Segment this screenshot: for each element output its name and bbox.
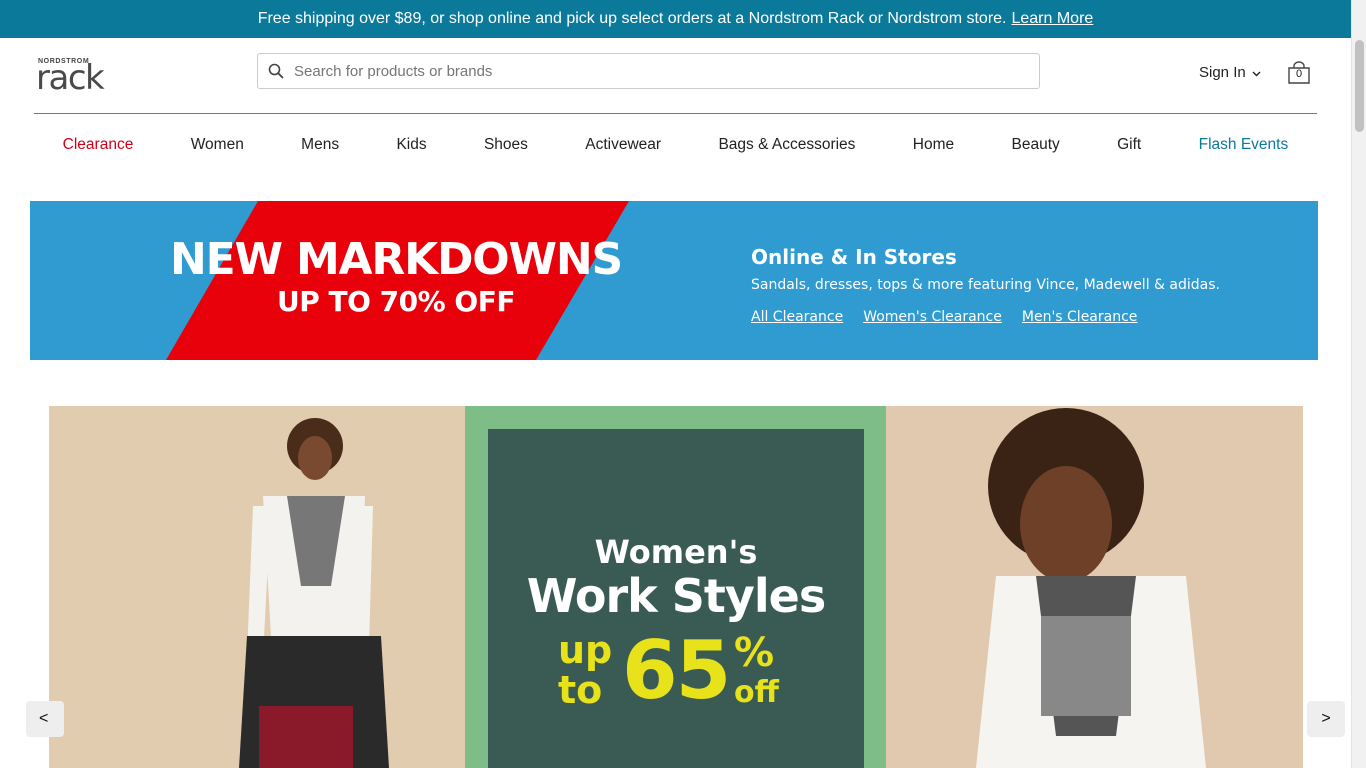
sign-in-menu[interactable]: Sign In xyxy=(1199,64,1261,81)
carousel-prev-label: < xyxy=(39,710,49,727)
hero-line-work-styles: Work Styles xyxy=(526,569,826,623)
nav-item-flash-events[interactable]: Flash Events xyxy=(1199,136,1289,154)
hero-offer-off: off xyxy=(734,675,779,710)
hero-model-right-image xyxy=(886,406,1303,768)
banner-subtitle: UP TO 70% OFF xyxy=(277,285,515,318)
promo-bar: Free shipping over $89, or shop online a… xyxy=(0,0,1351,38)
logo-big-text: rack xyxy=(36,58,105,98)
hero-offer-number: 65 xyxy=(622,624,731,717)
carousel-next-button[interactable]: > xyxy=(1307,701,1345,737)
page-scrollbar[interactable] xyxy=(1351,0,1366,768)
scrollbar-thumb[interactable] xyxy=(1355,40,1364,132)
nav-item-gift[interactable]: Gift xyxy=(1117,136,1141,154)
hero-offer-percent: % xyxy=(734,630,775,676)
nav-item-activewear[interactable]: Activewear xyxy=(585,136,661,154)
search-input[interactable] xyxy=(294,55,1039,87)
nordstrom-rack-logo[interactable]: NORDSTROM rack xyxy=(36,58,112,98)
hero-offer-up: up xyxy=(558,628,613,672)
learn-more-link[interactable]: Learn More xyxy=(1011,10,1093,28)
banner-headline: Online & In Stores xyxy=(751,245,957,269)
main-nav: Clearance Women Mens Kids Shoes Activewe… xyxy=(34,131,1317,159)
search-bar[interactable] xyxy=(257,53,1040,89)
nav-item-clearance[interactable]: Clearance xyxy=(63,136,134,154)
nav-item-shoes[interactable]: Shoes xyxy=(484,136,528,154)
hero-carousel-slide[interactable]: Women's Work Styles up to 65 % off xyxy=(49,406,1303,768)
nav-item-home[interactable]: Home xyxy=(913,136,954,154)
markdowns-banner[interactable]: NEW MARKDOWNS UP TO 70% OFF Online & In … xyxy=(30,201,1318,360)
chevron-down-icon xyxy=(1252,64,1261,81)
bag-count: 0 xyxy=(1295,68,1303,80)
womens-clearance-link[interactable]: Women's Clearance xyxy=(863,309,1002,325)
banner-description: Sandals, dresses, tops & more featuring … xyxy=(751,277,1220,293)
search-icon[interactable] xyxy=(258,54,294,88)
hero-line-womens: Women's xyxy=(594,533,758,571)
hero-promo-panel: Women's Work Styles up to 65 % off xyxy=(465,406,887,768)
nav-item-kids[interactable]: Kids xyxy=(396,136,426,154)
hero-promo-card: Women's Work Styles up to 65 % off xyxy=(488,429,864,768)
all-clearance-link[interactable]: All Clearance xyxy=(751,309,843,325)
nav-item-bags-accessories[interactable]: Bags & Accessories xyxy=(718,136,855,154)
hero-offer: up to 65 % off xyxy=(558,629,798,719)
carousel-next-label: > xyxy=(1321,710,1331,727)
nav-item-women[interactable]: Women xyxy=(191,136,244,154)
carousel-prev-button[interactable]: < xyxy=(26,701,64,737)
hero-offer-to: to xyxy=(558,668,603,712)
sign-in-label: Sign In xyxy=(1199,64,1246,81)
header-divider xyxy=(34,113,1317,114)
shopping-bag-button[interactable]: 0 xyxy=(1287,61,1311,85)
promo-text: Free shipping over $89, or shop online a… xyxy=(257,10,1007,27)
banner-title: NEW MARKDOWNS xyxy=(170,234,623,285)
mens-clearance-link[interactable]: Men's Clearance xyxy=(1022,309,1138,325)
nav-item-mens[interactable]: Mens xyxy=(301,136,339,154)
banner-links: All Clearance Women's Clearance Men's Cl… xyxy=(751,309,1137,325)
hero-model-left-image xyxy=(49,406,466,768)
nav-item-beauty[interactable]: Beauty xyxy=(1012,136,1060,154)
